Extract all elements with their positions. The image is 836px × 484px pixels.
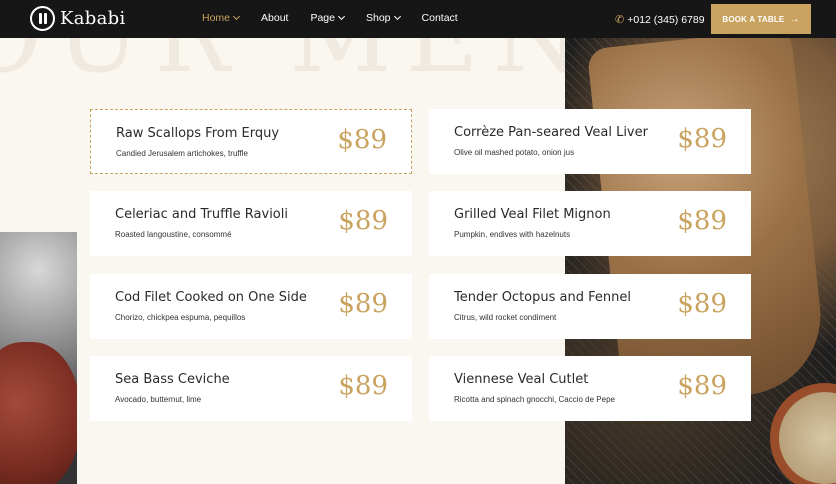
menu-item-price: $89	[338, 289, 388, 319]
menu-item-card[interactable]: Corrèze Pan-seared Veal Liver Olive oil …	[429, 109, 751, 174]
site-header: Kababi Home About Page Shop Contact ✆ +0…	[0, 0, 836, 38]
menu-item-card[interactable]: Tender Octopus and Fennel Citrus, wild r…	[429, 274, 751, 339]
menu-item-card[interactable]: Viennese Veal Cutlet Ricotta and spinach…	[429, 356, 751, 421]
menu-item-price: $89	[677, 124, 727, 154]
menu-item-price: $89	[338, 206, 388, 236]
menu-item-name: Corrèze Pan-seared Veal Liver	[454, 125, 648, 140]
menu-item-description: Candied Jerusalem artichokes, truffle	[116, 149, 248, 158]
chevron-down-icon	[393, 12, 401, 21]
menu-item-name: Grilled Veal Filet Mignon	[454, 207, 611, 222]
nav-item-home[interactable]: Home	[202, 12, 241, 24]
menu-item-price: $89	[677, 206, 727, 236]
arrow-right-icon: →	[789, 13, 800, 25]
chevron-down-icon	[232, 12, 241, 21]
phone-icon: ✆	[615, 14, 625, 26]
menu-item-card[interactable]: Raw Scallops From Erquy Candied Jerusale…	[90, 109, 412, 174]
menu-item-description: Pumpkin, endives with hazelnuts	[454, 230, 571, 239]
chevron-down-icon	[337, 12, 346, 21]
menu-item-price: $89	[337, 125, 387, 155]
book-table-button[interactable]: BOOK A TABLE →	[711, 4, 811, 34]
steak-image	[0, 342, 77, 484]
food-photo-steak	[0, 232, 77, 484]
menu-item-card[interactable]: Grilled Veal Filet Mignon Pumpkin, endiv…	[429, 191, 751, 256]
nav-item-page[interactable]: Page	[310, 12, 346, 24]
menu-item-price: $89	[338, 371, 388, 401]
menu-item-card[interactable]: Cod Filet Cooked on One Side Chorizo, ch…	[90, 274, 412, 339]
menu-item-card[interactable]: Celeriac and Truffle Ravioli Roasted lan…	[90, 191, 412, 256]
menu-item-description: Olive oil mashed potato, onion jus	[454, 148, 575, 157]
menu-item-description: Roasted langoustine, consommé	[115, 230, 232, 239]
nav-item-contact[interactable]: Contact	[422, 12, 458, 24]
menu-item-name: Cod Filet Cooked on One Side	[115, 290, 307, 305]
menu-item-name: Celeriac and Truffle Ravioli	[115, 207, 288, 222]
grain-bowl-image	[770, 383, 836, 484]
menu-item-name: Sea Bass Ceviche	[115, 372, 230, 387]
menu-item-price: $89	[677, 371, 727, 401]
phone-contact[interactable]: ✆ +012 (345) 6789	[615, 13, 705, 27]
menu-item-price: $89	[677, 289, 727, 319]
brand-name: Kababi	[60, 8, 126, 29]
nav-item-about[interactable]: About	[261, 12, 288, 24]
menu-item-description: Citrus, wild rocket condiment	[454, 313, 557, 322]
menu-item-card[interactable]: Sea Bass Ceviche Avocado, butternut, lim…	[90, 356, 412, 421]
main-nav: Home About Page Shop Contact	[202, 12, 480, 24]
menu-item-name: Tender Octopus and Fennel	[454, 290, 631, 305]
menu-item-name: Viennese Veal Cutlet	[454, 372, 589, 387]
menu-item-description: Avocado, butternut, lime	[115, 395, 202, 404]
logo-utensils-icon	[30, 6, 55, 31]
nav-item-shop[interactable]: Shop	[366, 12, 401, 24]
menu-item-description: Ricotta and spinach gnocchi, Caccio de P…	[454, 395, 615, 404]
phone-number: +012 (345) 6789	[627, 13, 705, 26]
menu-item-description: Chorizo, chickpea espuma, pequillos	[115, 313, 246, 322]
menu-item-name: Raw Scallops From Erquy	[116, 126, 280, 141]
brand-logo[interactable]: Kababi	[30, 6, 126, 31]
